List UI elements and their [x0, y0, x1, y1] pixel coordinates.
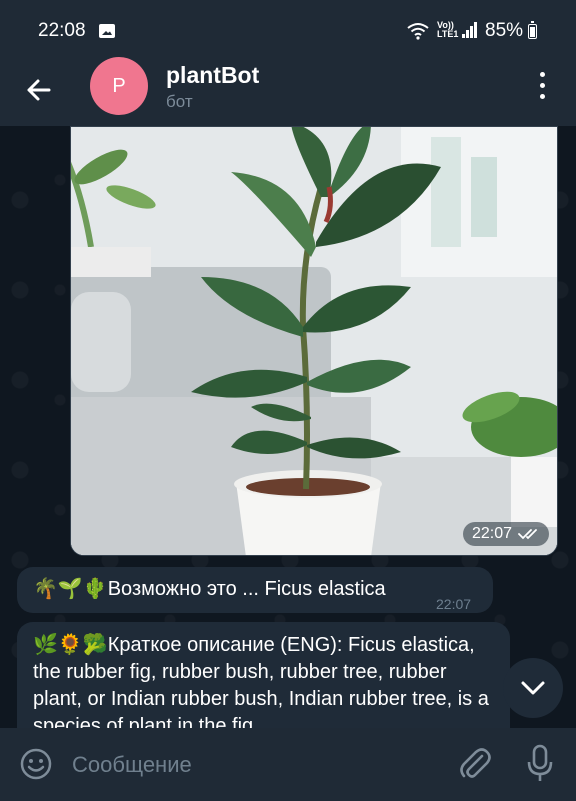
status-bar: 22:08 Vo)) LTE1 85% — [0, 0, 576, 60]
chevron-down-icon — [521, 681, 545, 695]
identification-message[interactable]: 🌴🌱🌵Возможно это ... Ficus elastica 22:07 — [17, 567, 493, 613]
scroll-to-bottom-button[interactable] — [503, 658, 563, 718]
battery-percent: 85% — [485, 20, 524, 41]
photo-time: 22:07 — [471, 525, 512, 542]
status-time: 22:08 — [38, 20, 86, 41]
chat-subtitle: бот — [166, 92, 193, 111]
wifi-icon — [407, 22, 429, 45]
plant-photo — [71, 127, 557, 555]
message-time: 22:07 — [436, 596, 472, 612]
signal-strength-icon — [462, 22, 478, 38]
plant-photo-message[interactable]: 22:07 — [70, 126, 558, 556]
description-emoji-group: 🌿🌻🥦 — [33, 634, 108, 656]
more-options-button[interactable] — [532, 72, 552, 100]
avatar[interactable]: P — [90, 57, 148, 115]
identification-text: Возможно это ... Ficus elastica — [107, 578, 386, 600]
smiley-icon — [20, 748, 52, 780]
photo-time-badge: 22:07 — [462, 522, 549, 546]
back-arrow-icon — [27, 79, 51, 101]
message-input[interactable] — [70, 748, 434, 782]
chat-header: P plantBot бот — [0, 57, 576, 126]
plant-emoji-group: 🌴🌱🌵 — [33, 578, 108, 600]
gallery-notification-icon — [99, 24, 115, 38]
message-input-bar — [0, 728, 576, 801]
paperclip-icon — [460, 748, 491, 778]
volte-icon: Vo)) LTE1 — [437, 21, 458, 39]
battery-icon — [528, 21, 537, 39]
microphone-icon — [527, 744, 553, 781]
double-check-icon — [518, 529, 537, 540]
microphone-button[interactable] — [526, 744, 554, 784]
back-button[interactable] — [22, 72, 58, 108]
emoji-button[interactable] — [19, 747, 53, 781]
attach-button[interactable] — [458, 746, 492, 782]
chat-title[interactable]: plantBot — [166, 62, 259, 89]
lte-label: LTE1 — [437, 29, 459, 39]
